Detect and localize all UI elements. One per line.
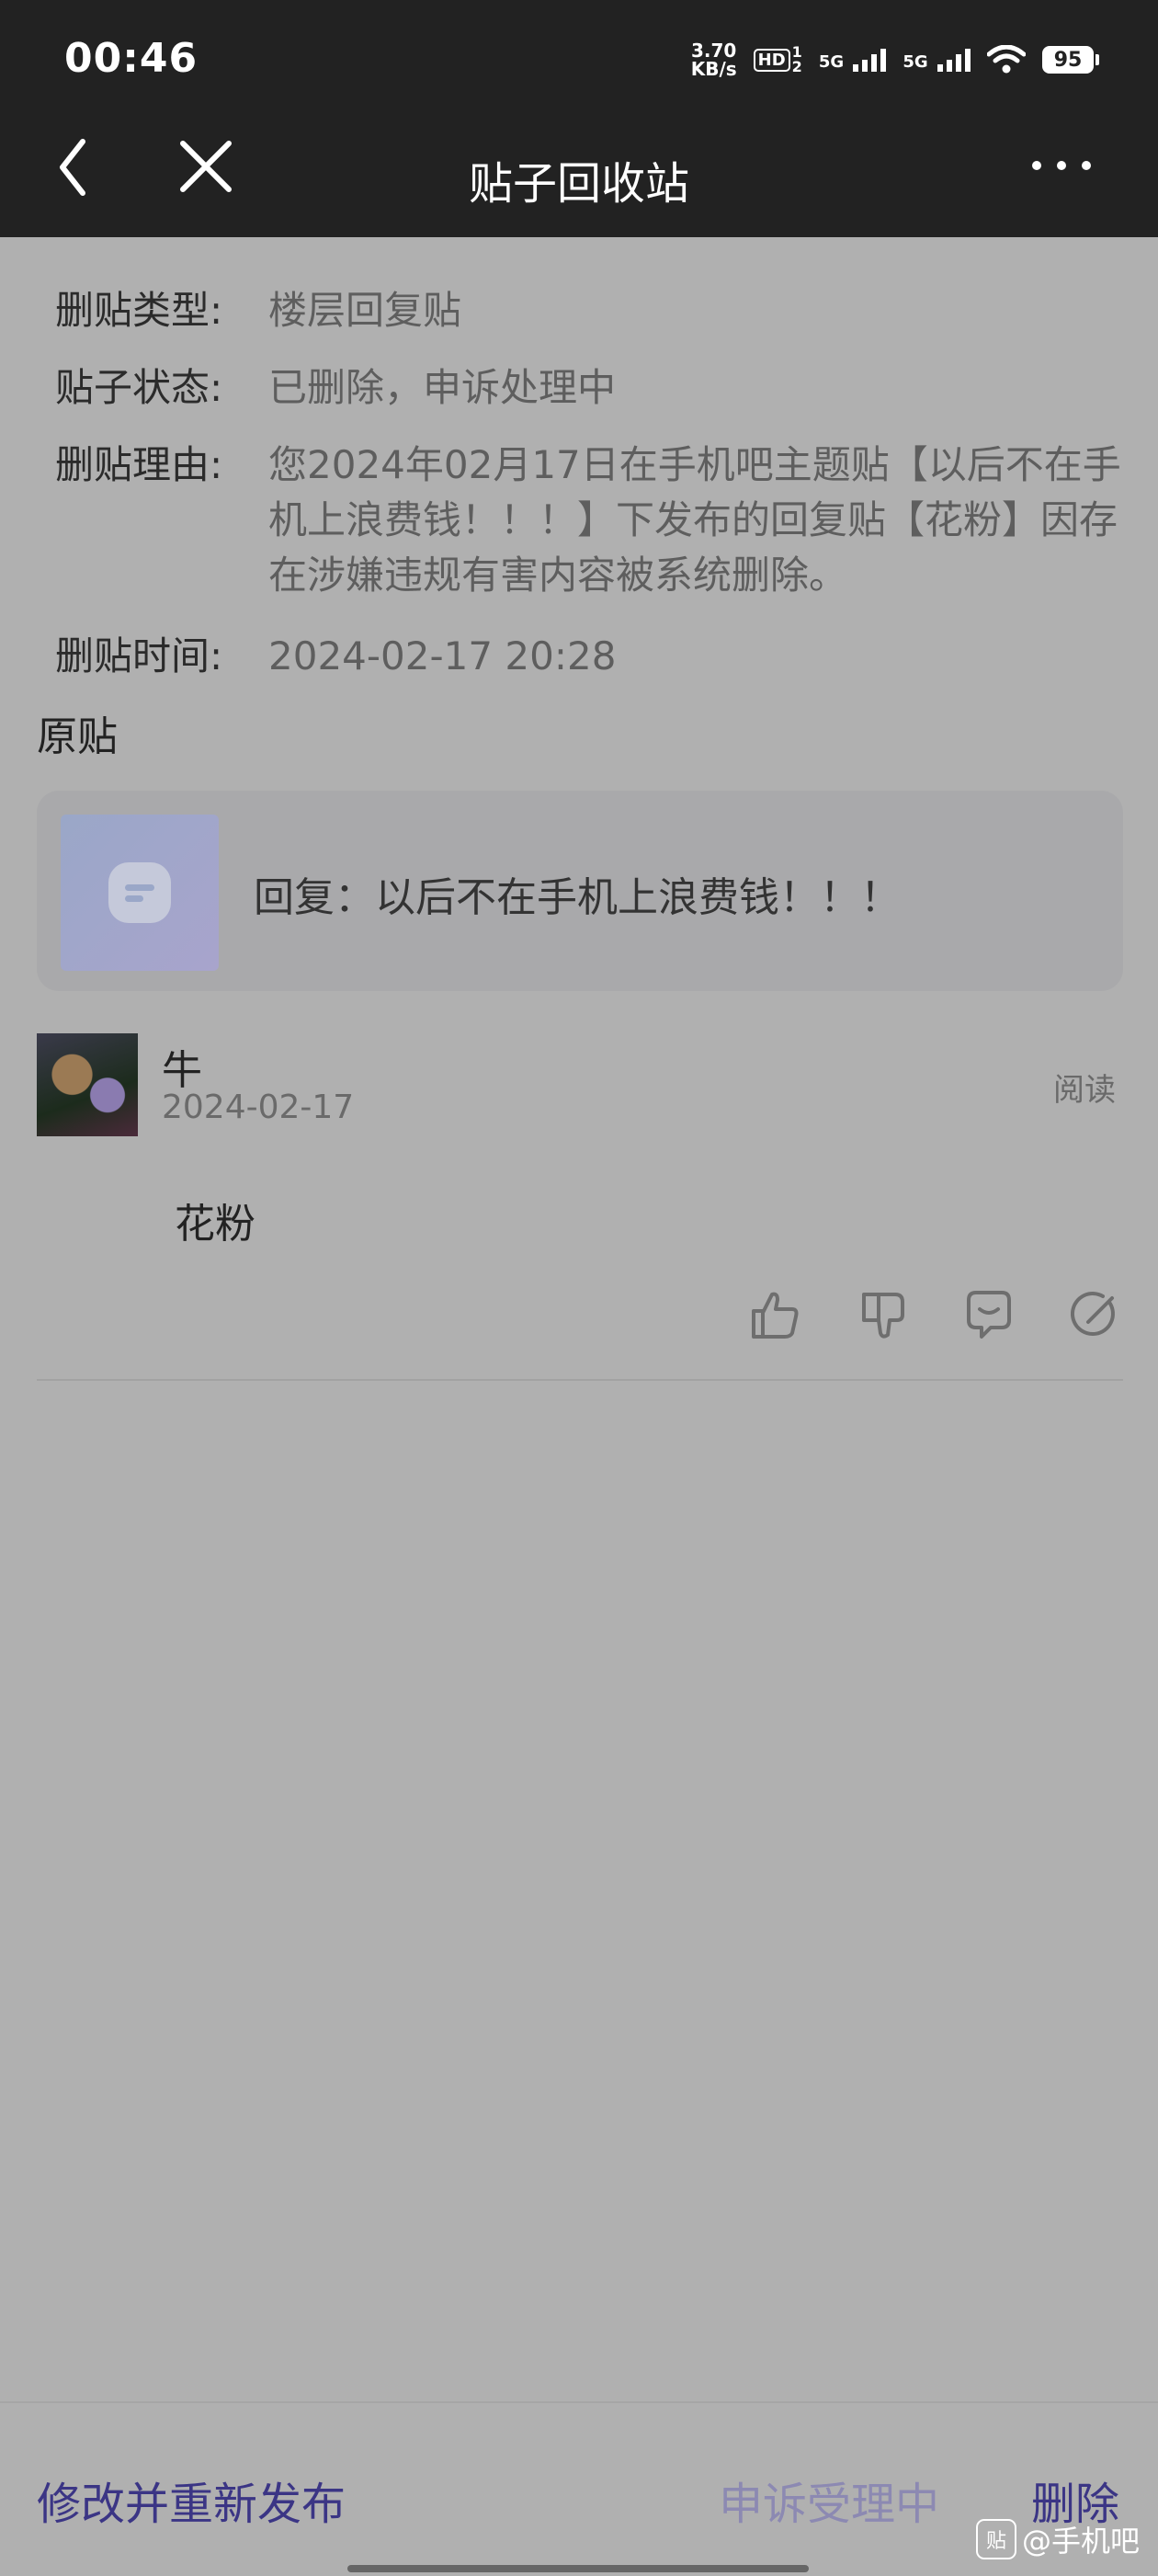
home-indicator[interactable]: [347, 2565, 809, 2572]
appeal-status-button[interactable]: 申诉受理中: [719, 2468, 939, 2532]
delete-type-label: 删贴类型:: [55, 288, 223, 333]
bottom-action-bar: 修改并重新发布 申诉受理中 删除 贴 @手机吧: [0, 2401, 1158, 2576]
battery-icon: 95: [1042, 46, 1099, 74]
watermark: 贴 @手机吧: [976, 2518, 1140, 2560]
original-post-title: 原贴: [37, 713, 118, 760]
back-arrow-icon[interactable]: [55, 136, 92, 199]
status-icons: 3.70 KB/s HD 1 2 5G 5G 95: [691, 37, 1099, 83]
reply-date: 2024-02-17: [162, 1089, 355, 1126]
post-status-label: 贴子状态:: [55, 365, 223, 410]
thumbs-up-icon[interactable]: [746, 1287, 801, 1342]
signal-2-bars: [937, 48, 971, 72]
watermark-text: @手机吧: [1022, 2524, 1141, 2559]
hd-indicator: HD 1 2: [753, 45, 802, 74]
status-time: 00:46: [64, 35, 199, 82]
comment-icon[interactable]: [961, 1287, 1016, 1342]
status-bar: 00:46 3.70 KB/s HD 1 2 5G 5G 95: [0, 0, 1158, 120]
post-thumbnail: [61, 815, 219, 971]
edit-icon[interactable]: [1068, 1287, 1123, 1342]
signal-1-bars: [853, 48, 887, 72]
delete-time-value: 2024-02-17 20:28: [268, 633, 617, 678]
delete-reason-label: 删贴理由:: [55, 442, 223, 487]
signal-2-label: 5G: [903, 52, 928, 72]
nav-bar: 贴子回收站: [0, 120, 1158, 237]
net-speed-unit: KB/s: [690, 58, 737, 80]
read-button[interactable]: 阅读: [1053, 1065, 1116, 1110]
reply-content: 花粉: [175, 1201, 255, 1248]
hd-sub-bottom: 2: [791, 58, 802, 75]
wifi-icon: [987, 45, 1026, 74]
signal-2-icon: 5G: [903, 48, 971, 72]
tieba-logo-icon: [108, 862, 171, 923]
close-icon[interactable]: [179, 140, 233, 193]
hd-subscript: 1 2: [792, 45, 802, 74]
original-post-card[interactable]: 回复：以后不在手机上浪费钱！！！: [37, 791, 1123, 991]
divider: [37, 1379, 1123, 1381]
thumbs-down-icon[interactable]: [855, 1287, 910, 1342]
net-speed-value: 3.70: [691, 40, 737, 62]
delete-reason-value: 您2024年02月17日在手机吧主题贴【以后不在手机上浪费钱！！！】下发布的回复…: [268, 442, 1121, 598]
signal-1-icon: 5G: [819, 48, 887, 72]
page-title: 贴子回收站: [468, 158, 689, 210]
avatar[interactable]: [37, 1033, 138, 1136]
hd-icon: HD: [753, 48, 790, 72]
signal-1-label: 5G: [818, 52, 845, 72]
delete-type-value: 楼层回复贴: [268, 288, 462, 333]
net-speed: 3.70 KB/s: [691, 41, 737, 78]
post-status-value: 已删除，申诉处理中: [268, 365, 617, 410]
original-post-text: 回复：以后不在手机上浪费钱！！！: [254, 874, 901, 921]
more-icon[interactable]: [1029, 158, 1094, 173]
edit-republish-button[interactable]: 修改并重新发布: [37, 2468, 346, 2532]
tieba-watermark-icon: 贴: [976, 2519, 1016, 2559]
user-name[interactable]: 牛: [162, 1037, 202, 1096]
delete-time-label: 删贴时间:: [55, 633, 223, 678]
